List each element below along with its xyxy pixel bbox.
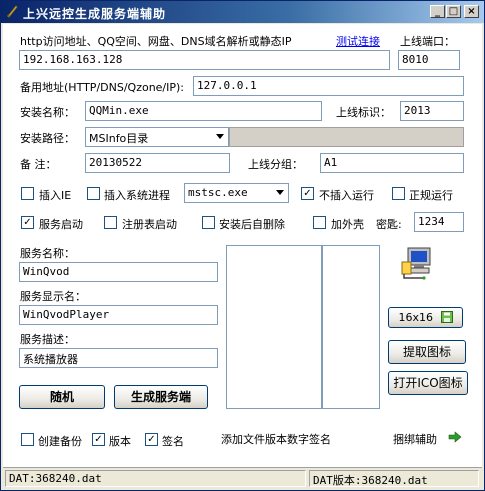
main-window: 上兴远控生成服务端辅助 _ □ × http访问地址、QQ空间、网盘、DNS域名… <box>0 0 485 491</box>
online-group-input[interactable]: A1 <box>320 153 464 173</box>
open-ico-button[interactable]: 打开ICO图标 <box>388 371 468 395</box>
close-button[interactable]: × <box>464 5 479 18</box>
backup-address-input[interactable]: 127.0.0.1 <box>193 76 464 96</box>
port-input[interactable]: 8010 <box>398 50 460 70</box>
maximize-button[interactable]: □ <box>446 5 461 18</box>
no-insert-label: 不插入运行 <box>319 189 374 202</box>
install-name-label: 安装名称： <box>20 106 75 119</box>
add-version-signature-label: 添加文件版本数字签名 <box>221 433 331 446</box>
insert-ie-checkbox[interactable] <box>21 187 34 200</box>
save-icon <box>440 311 453 323</box>
service-name-label: 服务名称： <box>20 247 75 260</box>
port-label: 上线端口： <box>400 35 455 48</box>
process-select[interactable]: mstsc.exe <box>184 183 289 203</box>
install-path-value: MSInfo目录 <box>89 132 149 145</box>
password-label: 密匙: <box>376 218 402 231</box>
create-backup-label: 创建备份 <box>38 435 82 448</box>
normal-run-label: 正规运行 <box>409 189 453 202</box>
self-delete-checkbox[interactable] <box>202 216 215 229</box>
version-label: 版本 <box>109 435 131 448</box>
service-display-input[interactable]: WinQvodPlayer <box>19 305 218 325</box>
registry-start-checkbox[interactable] <box>104 216 117 229</box>
service-desc-input[interactable]: 系统播放器 <box>19 348 218 368</box>
chevron-down-icon <box>216 134 224 139</box>
insert-process-label: 插入系统进程 <box>104 189 170 202</box>
icon-size-label: 16x16 <box>398 311 433 324</box>
arrow-right-icon[interactable] <box>448 431 462 443</box>
url-label: http访问地址、QQ空间、网盘、DNS域名解析或静态IP <box>20 35 292 48</box>
status-dat-left: DAT:368240.dat <box>5 470 306 487</box>
test-connection-link[interactable]: 测试连接 <box>336 33 380 49</box>
path-extra-field <box>229 127 464 147</box>
extract-icon-button[interactable]: 提取图标 <box>388 340 466 364</box>
icon-list-right[interactable] <box>322 245 380 409</box>
window-title: 上兴远控生成服务端辅助 <box>23 7 167 21</box>
insert-ie-label: 插入IE <box>39 189 72 202</box>
online-group-label: 上线分组： <box>248 158 303 171</box>
create-backup-checkbox[interactable] <box>21 433 34 446</box>
install-name-input[interactable]: QQMin.exe <box>85 101 322 121</box>
install-path-label: 安装路径： <box>20 132 75 145</box>
signature-label: 签名 <box>162 435 184 448</box>
service-display-label: 服务显示名： <box>20 290 86 303</box>
self-delete-label: 安装后自删除 <box>219 218 285 231</box>
address-input[interactable]: 192.168.163.128 <box>19 50 390 70</box>
app-icon <box>7 5 18 18</box>
no-insert-checkbox[interactable]: ✓ <box>301 187 314 200</box>
status-bar: DAT:368240.dat DAT版本:368240.dat <box>3 467 482 489</box>
version-checkbox[interactable]: ✓ <box>92 433 105 446</box>
install-path-select[interactable]: MSInfo目录 <box>85 127 229 147</box>
minimize-button[interactable]: _ <box>430 5 445 18</box>
normal-run-checkbox[interactable] <box>392 187 405 200</box>
add-shell-label: 加外壳 <box>331 218 364 231</box>
service-name-input[interactable]: WinQvod <box>19 262 218 282</box>
note-label: 备 注： <box>20 158 57 171</box>
service-desc-label: 服务描述： <box>20 333 75 346</box>
service-start-label: 服务启动 <box>39 218 83 231</box>
icon-size-button[interactable]: 16x16 <box>388 307 463 328</box>
password-input[interactable]: 1234 <box>414 212 464 232</box>
icon-list-left[interactable] <box>226 245 322 409</box>
process-select-value: mstsc.exe <box>188 186 248 199</box>
online-flag-label: 上线标识： <box>336 106 391 119</box>
signature-checkbox[interactable]: ✓ <box>145 433 158 446</box>
note-input[interactable]: 20130522 <box>85 153 230 173</box>
online-flag-input[interactable]: 2013 <box>400 101 464 121</box>
generate-server-button[interactable]: 生成服务端 <box>114 385 208 409</box>
chevron-down-icon <box>276 190 284 195</box>
title-bar[interactable]: 上兴远控生成服务端辅助 _ □ × <box>1 1 484 23</box>
bundle-helper-link[interactable]: 捆绑辅助 <box>393 431 437 447</box>
status-dat-version: DAT版本:368240.dat <box>309 470 479 487</box>
backup-address-label: 备用地址(HTTP/DNS/Qzone/IP): <box>20 81 185 94</box>
computer-network-icon <box>401 247 431 280</box>
registry-start-label: 注册表启动 <box>122 218 177 231</box>
random-button[interactable]: 随机 <box>19 385 105 409</box>
service-start-checkbox[interactable]: ✓ <box>21 216 34 229</box>
add-shell-checkbox[interactable] <box>313 216 326 229</box>
insert-process-checkbox[interactable] <box>87 187 100 200</box>
form-panel: http访问地址、QQ空间、网盘、DNS域名解析或静态IP 测试连接 上线端口：… <box>3 24 482 467</box>
